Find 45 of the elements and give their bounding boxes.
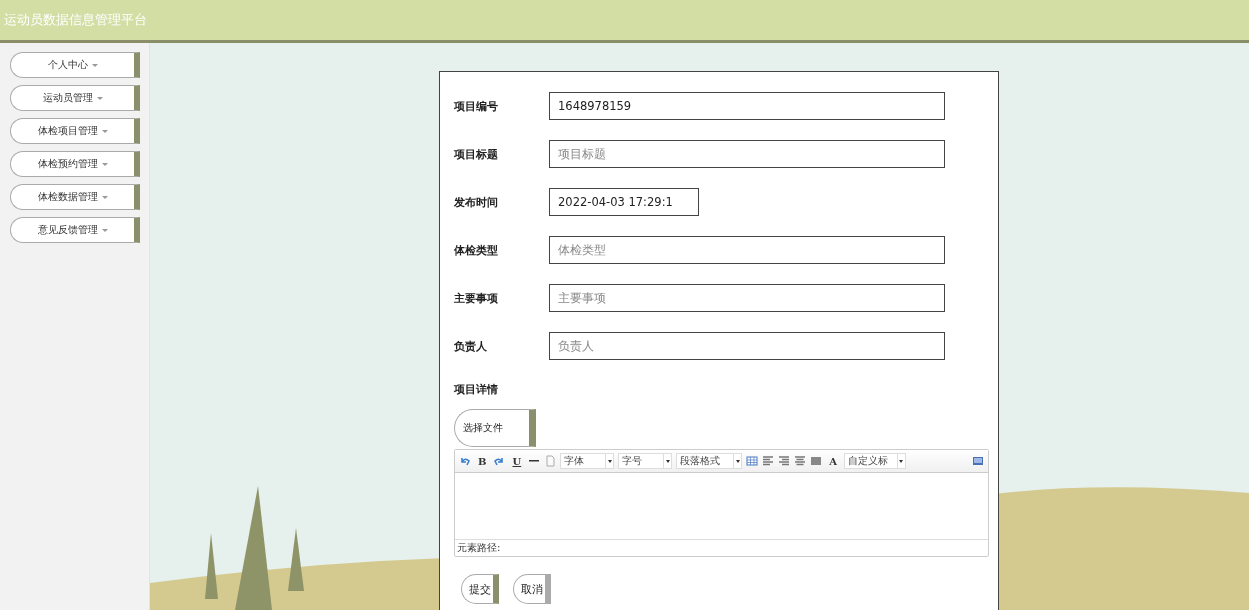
sidebar-item[interactable]: 个人中心 <box>10 52 140 78</box>
field-label: 发布时间 <box>454 194 499 210</box>
app-title: 运动员数据信息管理平台 <box>4 11 147 29</box>
caret-icon <box>101 228 108 232</box>
input-field[interactable]: 主要事项 <box>549 284 945 312</box>
heading-select[interactable]: 自定义标 <box>843 453 906 469</box>
bold-button[interactable]: B <box>475 455 490 467</box>
sidebar-item[interactable]: 体检数据管理 <box>10 184 140 210</box>
table-icon[interactable] <box>746 455 759 467</box>
input-field[interactable]: 项目标题 <box>549 140 945 168</box>
sidebar-item[interactable]: 体检预约管理 <box>10 151 140 177</box>
caret-icon <box>101 195 108 199</box>
input-field[interactable]: 体检类型 <box>549 236 945 264</box>
element-path-label: 元素路径: <box>457 541 501 555</box>
form-button[interactable]: 提交 <box>461 574 499 604</box>
justify-icon[interactable] <box>810 455 823 467</box>
field-label: 项目编号 <box>454 98 499 114</box>
field-label: 项目详情 <box>454 382 499 397</box>
input-field[interactable]: 负责人 <box>549 332 945 360</box>
align-right-icon[interactable] <box>778 455 791 467</box>
input-field[interactable]: 1648978159 <box>549 92 945 120</box>
caret-icon <box>101 129 108 133</box>
font-color-button[interactable]: A <box>826 455 840 467</box>
align-left-icon[interactable] <box>762 455 775 467</box>
form-button[interactable]: 取消 <box>513 574 551 604</box>
sidebar-item[interactable]: 体检项目管理 <box>10 118 140 144</box>
field-label: 负责人 <box>454 338 488 354</box>
choose-file-button[interactable]: 选择文件 <box>454 409 536 447</box>
field-label: 项目标题 <box>454 146 499 162</box>
field-label: 主要事项 <box>454 290 499 306</box>
align-center-icon[interactable] <box>794 455 807 467</box>
caret-icon <box>91 63 98 67</box>
sidebar-item[interactable]: 意见反馈管理 <box>10 217 140 243</box>
dropdown-select[interactable]: 段落格式 <box>676 453 743 469</box>
underline-button[interactable]: U <box>509 455 525 467</box>
fullscreen-icon[interactable] <box>972 455 984 467</box>
caret-icon <box>96 96 103 100</box>
input-field[interactable]: 2022-04-03 17:29:1 <box>549 188 699 216</box>
dropdown-select[interactable]: 字体 <box>560 453 615 469</box>
sidebar-item[interactable]: 运动员管理 <box>10 85 140 111</box>
field-label: 体检类型 <box>454 242 499 258</box>
dropdown-select[interactable]: 字号 <box>618 453 673 469</box>
undo-icon[interactable] <box>459 455 471 467</box>
redo-icon[interactable] <box>493 455 506 467</box>
caret-icon <box>101 162 108 166</box>
